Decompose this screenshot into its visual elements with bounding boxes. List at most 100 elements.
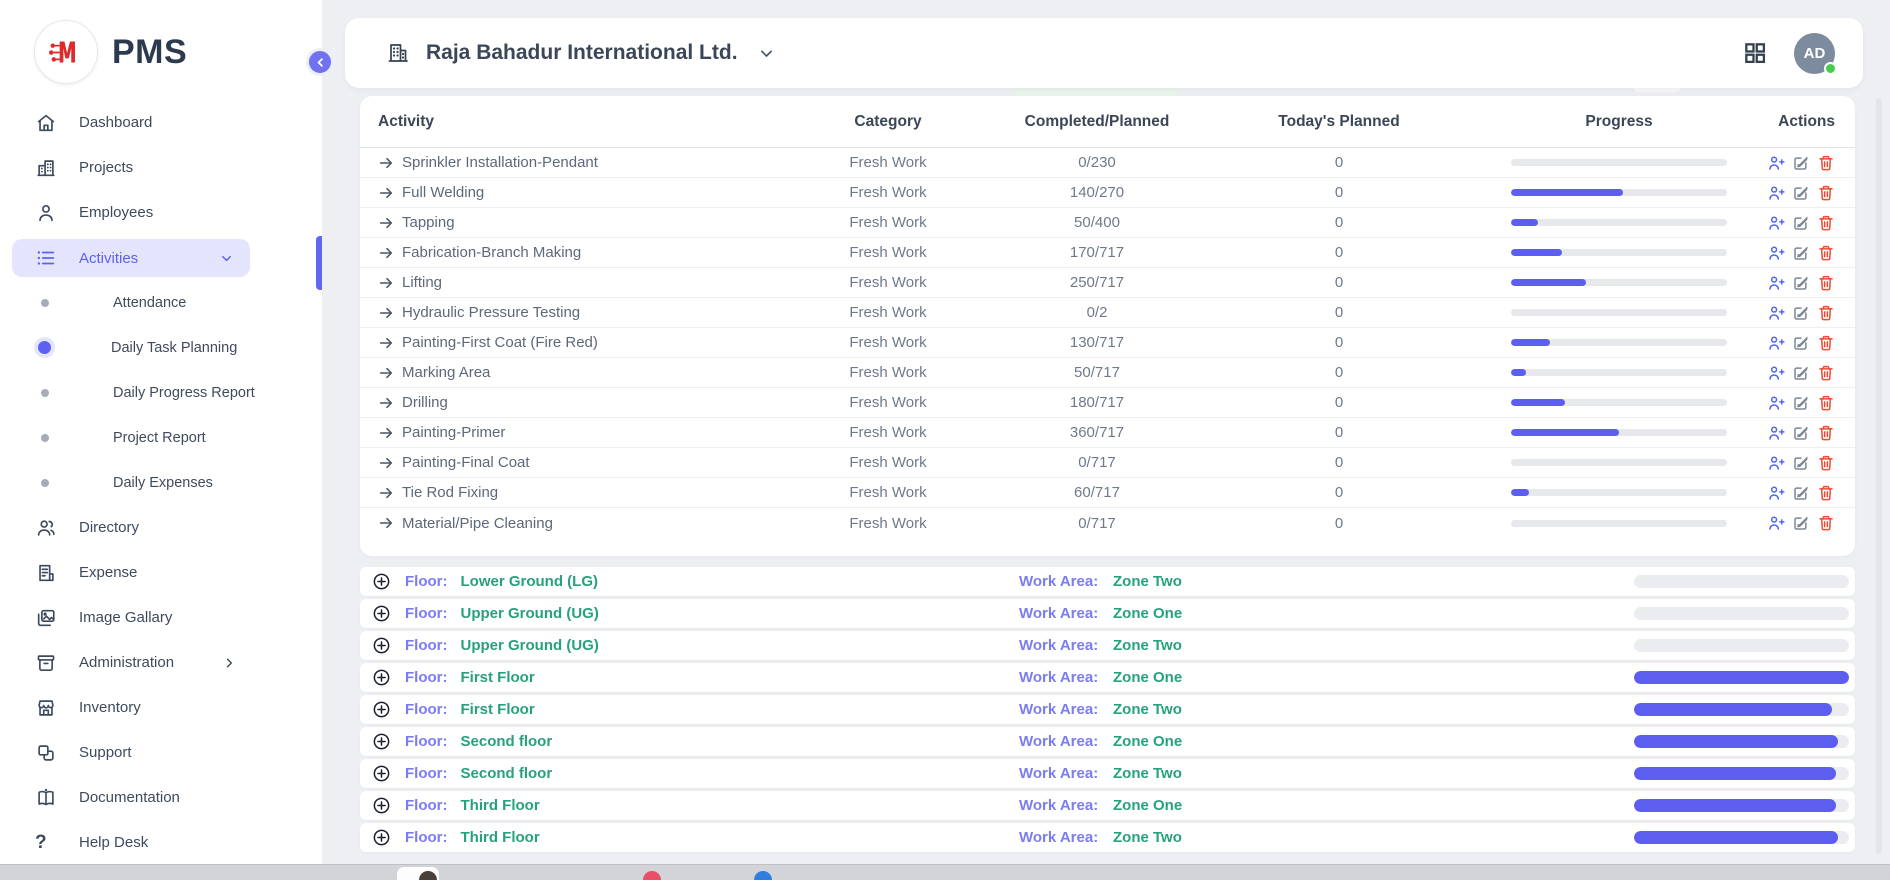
expand-plus-icon[interactable] — [372, 764, 391, 783]
assign-user-button[interactable] — [1767, 424, 1785, 442]
sidebar-item-help-desk[interactable]: ? Help Desk — [0, 820, 322, 865]
floor-row[interactable]: Floor: Lower Ground (LG) Work Area: Zone… — [360, 567, 1855, 596]
column-header-category: Category — [780, 113, 996, 131]
assign-user-button[interactable] — [1767, 214, 1785, 232]
floor-row[interactable]: Floor: Upper Ground (UG) Work Area: Zone… — [360, 631, 1855, 660]
taskbar-red-icon[interactable] — [643, 871, 661, 880]
floor-row[interactable]: Floor: Third Floor Work Area: Zone Two — [360, 823, 1855, 852]
delete-button[interactable] — [1817, 244, 1835, 262]
expand-plus-icon[interactable] — [372, 636, 391, 655]
expand-plus-icon[interactable] — [372, 604, 391, 623]
floor-progress-bar — [1634, 607, 1849, 620]
assign-user-button[interactable] — [1767, 274, 1785, 292]
arrow-right-icon — [378, 305, 394, 321]
edit-button[interactable] — [1792, 454, 1810, 472]
edit-button[interactable] — [1792, 364, 1810, 382]
floor-progress-bar — [1634, 671, 1849, 684]
delete-button[interactable] — [1817, 184, 1835, 202]
edit-button[interactable] — [1792, 214, 1810, 232]
user-avatar[interactable]: AD — [1794, 33, 1835, 74]
edit-button[interactable] — [1792, 304, 1810, 322]
edit-button[interactable] — [1792, 334, 1810, 352]
content-scrollbar-track[interactable] — [1876, 98, 1882, 854]
delete-button[interactable] — [1817, 334, 1835, 352]
taskbar-blue-icon[interactable] — [754, 871, 772, 880]
sidebar-item-employees[interactable]: Employees — [0, 190, 322, 235]
sidebar-item-expense[interactable]: Expense — [0, 550, 322, 595]
delete-button[interactable] — [1817, 304, 1835, 322]
company-logo[interactable] — [34, 20, 98, 84]
sidebar-collapse-button[interactable] — [306, 48, 334, 76]
floor-row[interactable]: Floor: Second floor Work Area: Zone Two — [360, 759, 1855, 788]
assign-user-button[interactable] — [1767, 454, 1785, 472]
sidebar-subitem-daily-task-planning[interactable]: Daily Task Planning — [0, 325, 322, 370]
edit-button[interactable] — [1792, 274, 1810, 292]
expand-plus-icon[interactable] — [372, 732, 391, 751]
floor-row[interactable]: Floor: Upper Ground (UG) Work Area: Zone… — [360, 599, 1855, 628]
assign-user-button[interactable] — [1767, 364, 1785, 382]
expand-plus-icon[interactable] — [372, 668, 391, 687]
activity-completed-planned: 50/717 — [996, 364, 1198, 381]
floor-row[interactable]: Floor: Second floor Work Area: Zone One — [360, 727, 1855, 756]
sidebar-nav: Dashboard Projects Employees Activities … — [0, 100, 322, 865]
edit-button[interactable] — [1792, 484, 1810, 502]
sidebar-item-projects[interactable]: Projects — [0, 145, 322, 190]
edit-button[interactable] — [1792, 514, 1810, 532]
sidebar-item-dashboard[interactable]: Dashboard — [0, 100, 322, 145]
assign-user-button[interactable] — [1767, 304, 1785, 322]
delete-button[interactable] — [1817, 394, 1835, 412]
sidebar-item-directory[interactable]: Directory — [0, 505, 322, 550]
assign-user-button[interactable] — [1767, 184, 1785, 202]
edit-button[interactable] — [1792, 424, 1810, 442]
expand-plus-icon[interactable] — [372, 700, 391, 719]
edit-button[interactable] — [1792, 394, 1810, 412]
sidebar-item-documentation[interactable]: Documentation — [0, 775, 322, 820]
expand-plus-icon[interactable] — [372, 828, 391, 847]
assign-user-button[interactable] — [1767, 244, 1785, 262]
edit-button[interactable] — [1792, 154, 1810, 172]
assign-user-button[interactable] — [1767, 154, 1785, 172]
activity-name: Fabrication-Branch Making — [402, 244, 581, 261]
sidebar-subitem-daily-expenses[interactable]: Daily Expenses — [0, 460, 322, 505]
delete-button[interactable] — [1817, 424, 1835, 442]
delete-button[interactable] — [1817, 514, 1835, 532]
sidebar-scrollbar-thumb[interactable] — [316, 236, 322, 290]
person-plus-icon — [1767, 244, 1785, 262]
app-name: PMS — [112, 33, 187, 72]
delete-button[interactable] — [1817, 214, 1835, 232]
sidebar-item-administration[interactable]: Administration — [0, 640, 322, 685]
delete-button[interactable] — [1817, 154, 1835, 172]
assign-user-button[interactable] — [1767, 514, 1785, 532]
edit-button[interactable] — [1792, 244, 1810, 262]
activity-completed-planned: 170/717 — [996, 244, 1198, 261]
activity-todays-planned: 0 — [1198, 304, 1480, 321]
activity-completed-planned: 0/717 — [996, 454, 1198, 471]
floor-row[interactable]: Floor: Third Floor Work Area: Zone One — [360, 791, 1855, 820]
delete-button[interactable] — [1817, 274, 1835, 292]
sidebar-subitem-attendance[interactable]: Attendance — [0, 280, 322, 325]
delete-button[interactable] — [1817, 454, 1835, 472]
sidebar-subitem-project-report[interactable]: Project Report — [0, 415, 322, 460]
assign-user-button[interactable] — [1767, 334, 1785, 352]
apps-grid-button[interactable] — [1742, 40, 1768, 66]
floor-row[interactable]: Floor: First Floor Work Area: Zone Two — [360, 695, 1855, 724]
sidebar-subitem-daily-progress-report[interactable]: Daily Progress Report — [0, 370, 322, 415]
assign-user-button[interactable] — [1767, 484, 1785, 502]
activity-name: Painting-First Coat (Fire Red) — [402, 334, 598, 351]
expand-plus-icon[interactable] — [372, 572, 391, 591]
sidebar-item-inventory[interactable]: Inventory — [0, 685, 322, 730]
sidebar-item-support[interactable]: Support — [0, 730, 322, 775]
expand-plus-icon[interactable] — [372, 796, 391, 815]
activity-todays-planned: 0 — [1198, 484, 1480, 501]
sidebar-item-activities[interactable]: Activities — [12, 239, 250, 277]
floor-progress-bar — [1634, 767, 1849, 780]
edit-button[interactable] — [1792, 184, 1810, 202]
company-selector[interactable]: Raja Bahadur International Ltd. — [386, 41, 775, 65]
store-icon — [35, 697, 57, 719]
delete-button[interactable] — [1817, 484, 1835, 502]
sidebar-item-image-gallary[interactable]: Image Gallary — [0, 595, 322, 640]
assign-user-button[interactable] — [1767, 394, 1785, 412]
person-plus-icon — [1767, 274, 1785, 292]
floor-row[interactable]: Floor: First Floor Work Area: Zone One — [360, 663, 1855, 692]
delete-button[interactable] — [1817, 364, 1835, 382]
